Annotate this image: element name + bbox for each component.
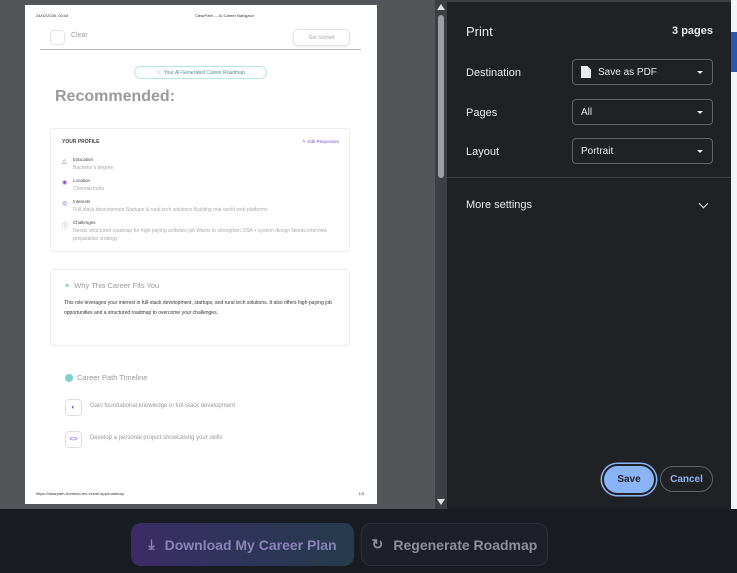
- code-icon: <>: [65, 431, 82, 448]
- palette-icon: ◐: [65, 399, 82, 416]
- profile-card: YOUR PROFILE ✎ Edit Responses △ Educatio…: [50, 128, 350, 252]
- download-icon: ⤓: [148, 536, 155, 552]
- profile-item-value: Bachelor's degree: [73, 165, 114, 171]
- window-edge: [731, 0, 737, 509]
- file-icon: [581, 66, 591, 78]
- more-settings-toggle[interactable]: More settings: [466, 199, 532, 211]
- graduation-cap-icon: △: [62, 159, 67, 165]
- profile-item-label: Location: [73, 178, 91, 183]
- edge-accent: [731, 32, 737, 72]
- destination-label: Destination: [466, 67, 522, 79]
- chevron-down-icon: [697, 71, 703, 74]
- profile-item-value: Chennai,India: [73, 186, 104, 192]
- layout-value: Portrait: [581, 145, 614, 157]
- chevron-down-icon[interactable]: [698, 198, 709, 209]
- why-career-body: This role leverages your interest in ful…: [64, 300, 332, 316]
- timeline-dot-icon: [65, 373, 73, 382]
- regenerate-button-label: Regenerate Roadmap: [393, 536, 538, 553]
- site-navbar: Clear Get Started: [40, 25, 361, 50]
- scroll-down-arrow-icon[interactable]: [437, 499, 445, 505]
- refresh-icon: ↻: [371, 536, 384, 552]
- timeline-step-text: Develop a personal project showcasing yo…: [90, 435, 223, 441]
- preview-page: 24/02/2026, 03:44 ClearPath — AI Career …: [25, 5, 377, 504]
- regenerate-roadmap-button[interactable]: ↻ Regenerate Roadmap: [361, 523, 548, 566]
- pencil-icon: ✎: [302, 139, 307, 144]
- pages-select[interactable]: All: [572, 99, 713, 125]
- print-footer-page-number: 1/3: [358, 491, 364, 496]
- logo-icon: [50, 30, 65, 45]
- globe-icon: ◎: [62, 201, 68, 207]
- settings-divider: [447, 177, 731, 178]
- chevron-down-icon: [697, 111, 703, 114]
- profile-item-label: Education: [73, 157, 94, 162]
- logo-text: Clear: [71, 32, 88, 39]
- page-heading: Recommended:: [55, 88, 176, 105]
- pages-value: All: [581, 106, 593, 118]
- map-pin-icon: ◉: [62, 180, 68, 186]
- destination-value: Save as PDF: [598, 66, 657, 78]
- print-preview-pane: 24/02/2026, 03:44 ClearPath — AI Career …: [0, 0, 447, 509]
- timeline-title: Career Path Timeline: [65, 373, 147, 382]
- print-header-title: ClearPath — AI Career Navigator: [195, 13, 255, 18]
- why-career-card: ✦ Why This Career Fits You This role lev…: [50, 269, 350, 346]
- layout-label: Layout: [466, 146, 500, 158]
- profile-item-value: Needs structured roadmap for high-paying…: [73, 228, 327, 242]
- scrollbar-thumb[interactable]: [438, 15, 444, 178]
- print-header-date: 24/02/2026, 03:44: [36, 13, 69, 18]
- timeline-step-text: Gain foundational knowledge in full-stac…: [90, 403, 236, 409]
- print-settings-pane: Print 3 pages Destination Save as PDF Pa…: [447, 0, 731, 509]
- roadmap-badge: ☆ Your AI-Generated Career Roadmap: [134, 66, 267, 79]
- page-count: 3 pages: [672, 25, 713, 37]
- chevron-down-icon: [697, 150, 703, 153]
- why-career-title: ✦ Why This Career Fits You: [64, 281, 160, 290]
- sparkle-icon: ✦: [64, 281, 71, 290]
- profile-title: YOUR PROFILE: [62, 139, 100, 145]
- profile-item-value: Full-stack development Startups & rural …: [73, 207, 268, 213]
- profile-item-label: Challenges: [73, 220, 96, 225]
- pages-label: Pages: [466, 107, 498, 119]
- layout-select[interactable]: Portrait: [572, 138, 713, 164]
- save-button[interactable]: Save: [604, 466, 654, 493]
- print-footer-url: https://clearpath-frontend-ten.vercel.ap…: [36, 491, 124, 496]
- cancel-button[interactable]: Cancel: [660, 466, 713, 492]
- print-title: Print: [466, 24, 493, 39]
- profile-item-label: Interests: [73, 199, 91, 204]
- download-career-plan-button[interactable]: ⤓ Download My Career Plan: [131, 523, 354, 566]
- destination-select[interactable]: Save as PDF: [572, 59, 713, 85]
- star-icon: ☆: [156, 69, 161, 76]
- get-started-button: Get Started: [293, 29, 350, 46]
- scroll-up-arrow-icon[interactable]: [437, 4, 445, 10]
- info-icon: ⓘ: [62, 224, 69, 230]
- download-button-label: Download My Career Plan: [164, 536, 337, 553]
- roadmap-badge-label: Your AI-Generated Career Roadmap: [163, 69, 245, 76]
- preview-scrollbar[interactable]: [435, 0, 447, 509]
- edit-responses-link: ✎ Edit Responses: [302, 139, 339, 144]
